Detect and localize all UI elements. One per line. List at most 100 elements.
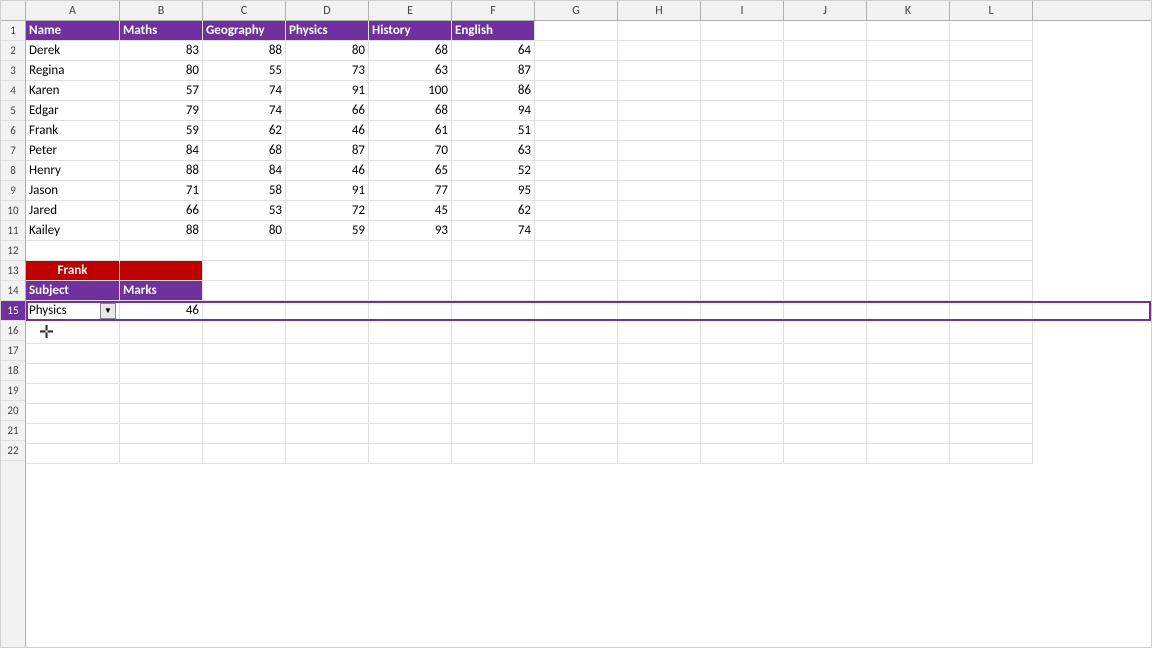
cell-c4[interactable]: 74 (203, 81, 286, 101)
cell-i14[interactable] (701, 281, 784, 301)
cell-d21[interactable] (286, 424, 369, 444)
cell-k15[interactable] (867, 301, 950, 321)
cell-l2[interactable] (950, 41, 1033, 61)
cell-c8[interactable]: 84 (203, 161, 286, 181)
cell-a8[interactable]: Henry (26, 161, 120, 181)
cell-j17[interactable] (784, 344, 867, 364)
cell-e11[interactable]: 93 (369, 221, 452, 241)
cell-d11[interactable]: 59 (286, 221, 369, 241)
cell-k17[interactable] (867, 344, 950, 364)
cell-c7[interactable]: 68 (203, 141, 286, 161)
cell-l22[interactable] (950, 444, 1033, 464)
cell-f14[interactable] (452, 281, 535, 301)
cell-g13[interactable] (535, 261, 618, 281)
cell-f13[interactable] (452, 261, 535, 281)
cell-h13[interactable] (618, 261, 701, 281)
cell-f9[interactable]: 95 (452, 181, 535, 201)
cell-h12[interactable] (618, 241, 701, 261)
cell-i1[interactable] (701, 21, 784, 41)
cell-d19[interactable] (286, 384, 369, 404)
cell-l5[interactable] (950, 101, 1033, 121)
cell-f10[interactable]: 62 (452, 201, 535, 221)
cell-h21[interactable] (618, 424, 701, 444)
cell-e8[interactable]: 65 (369, 161, 452, 181)
row-num-3[interactable]: 3 (1, 61, 25, 81)
cell-c11[interactable]: 80 (203, 221, 286, 241)
cell-h1[interactable] (618, 21, 701, 41)
cell-e21[interactable] (369, 424, 452, 444)
cell-k7[interactable] (867, 141, 950, 161)
cell-l12[interactable] (950, 241, 1033, 261)
cell-l16[interactable] (950, 321, 1033, 344)
cell-d17[interactable] (286, 344, 369, 364)
cell-b1[interactable]: Maths (120, 21, 203, 41)
cell-b3[interactable]: 80 (120, 61, 203, 81)
row-num-22[interactable]: 22 (1, 441, 25, 461)
col-header-k[interactable]: K (867, 1, 950, 20)
cell-k20[interactable] (867, 404, 950, 424)
cell-b16[interactable] (120, 321, 203, 344)
cell-e7[interactable]: 70 (369, 141, 452, 161)
cell-k10[interactable] (867, 201, 950, 221)
cell-h7[interactable] (618, 141, 701, 161)
cell-e13[interactable] (369, 261, 452, 281)
col-header-i[interactable]: I (701, 1, 784, 20)
cell-e15[interactable] (369, 301, 452, 321)
cell-i11[interactable] (701, 221, 784, 241)
cell-g15[interactable] (535, 301, 618, 321)
cell-d15[interactable] (286, 301, 369, 321)
cell-d3[interactable]: 73 (286, 61, 369, 81)
cell-e9[interactable]: 77 (369, 181, 452, 201)
cell-a20[interactable] (26, 404, 120, 424)
cell-f12[interactable] (452, 241, 535, 261)
col-header-j[interactable]: J (784, 1, 867, 20)
cell-g10[interactable] (535, 201, 618, 221)
cell-j5[interactable] (784, 101, 867, 121)
cell-l10[interactable] (950, 201, 1033, 221)
row-num-7[interactable]: 7 (1, 141, 25, 161)
row-num-8[interactable]: 8 (1, 161, 25, 181)
cell-a10[interactable]: Jared (26, 201, 120, 221)
cell-g11[interactable] (535, 221, 618, 241)
cell-c10[interactable]: 53 (203, 201, 286, 221)
cell-a11[interactable]: Kailey (26, 221, 120, 241)
cell-g6[interactable] (535, 121, 618, 141)
cell-f7[interactable]: 63 (452, 141, 535, 161)
cell-i21[interactable] (701, 424, 784, 444)
cell-b12[interactable] (120, 241, 203, 261)
cell-b14-marks[interactable]: Marks (120, 281, 203, 301)
cell-g7[interactable] (535, 141, 618, 161)
cell-f19[interactable] (452, 384, 535, 404)
cell-k1[interactable] (867, 21, 950, 41)
cell-k21[interactable] (867, 424, 950, 444)
cell-c17[interactable] (203, 344, 286, 364)
cell-c19[interactable] (203, 384, 286, 404)
cell-h15[interactable] (618, 301, 701, 321)
cell-f8[interactable]: 52 (452, 161, 535, 181)
cell-e6[interactable]: 61 (369, 121, 452, 141)
row-num-13[interactable]: 13 (1, 261, 25, 281)
col-header-d[interactable]: D (286, 1, 369, 20)
cell-e1[interactable]: History (369, 21, 452, 41)
cell-h8[interactable] (618, 161, 701, 181)
row-num-19[interactable]: 19 (1, 381, 25, 401)
cell-d5[interactable]: 66 (286, 101, 369, 121)
col-header-l[interactable]: L (950, 1, 1033, 20)
cell-a1[interactable]: Name (26, 21, 120, 41)
cell-f3[interactable]: 87 (452, 61, 535, 81)
cell-j4[interactable] (784, 81, 867, 101)
row-num-1[interactable]: 1 (1, 21, 25, 41)
row-num-15[interactable]: 15 (1, 301, 25, 321)
cell-a4[interactable]: Karen (26, 81, 120, 101)
cell-d1[interactable]: Physics (286, 21, 369, 41)
cell-h4[interactable] (618, 81, 701, 101)
cell-f15[interactable] (452, 301, 535, 321)
cell-a21[interactable] (26, 424, 120, 444)
cell-j9[interactable] (784, 181, 867, 201)
cell-f20[interactable] (452, 404, 535, 424)
cell-k5[interactable] (867, 101, 950, 121)
cell-j6[interactable] (784, 121, 867, 141)
cell-k2[interactable] (867, 41, 950, 61)
row-num-4[interactable]: 4 (1, 81, 25, 101)
cell-e20[interactable] (369, 404, 452, 424)
